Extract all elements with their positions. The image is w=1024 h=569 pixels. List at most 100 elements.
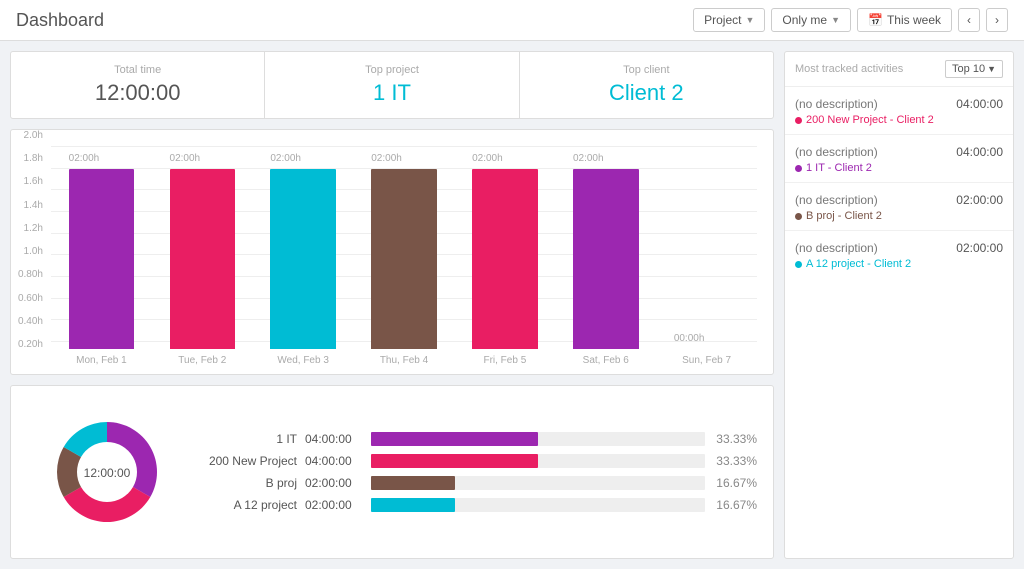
y-axis-label: 1.0h	[24, 246, 43, 257]
activity-project: B proj - Client 2	[795, 210, 882, 222]
project-name: A 12 project	[207, 498, 297, 512]
bar-x-label: Wed, Feb 3	[277, 355, 329, 366]
y-axis-label: 1.4h	[24, 200, 43, 211]
right-panel: Most tracked activities Top 10 ▼ (no des…	[784, 51, 1014, 559]
activity-description: (no description)	[795, 145, 878, 159]
bar-group: 02:00h Wed, Feb 3	[253, 169, 354, 366]
project-row: B proj02:00:0016.67%	[207, 476, 757, 490]
chevron-down-icon: ▼	[745, 15, 754, 25]
top-n-button[interactable]: Top 10 ▼	[945, 60, 1003, 78]
donut-chart: 12:00:00	[27, 402, 187, 542]
project-percentage: 33.33%	[713, 454, 757, 468]
left-panel: Total time 12:00:00 Top project 1 IT Top…	[10, 51, 774, 559]
activity-project-name: 200 New Project - Client 2	[806, 114, 934, 126]
project-color-dot	[795, 165, 802, 172]
most-tracked-label: Most tracked activities	[795, 63, 903, 75]
page-title: Dashboard	[16, 10, 104, 31]
summary-cards: Total time 12:00:00 Top project 1 IT Top…	[10, 51, 774, 119]
activity-time: 04:00:00	[956, 97, 1003, 111]
project-color-dot	[795, 261, 802, 268]
donut-segment	[64, 487, 151, 522]
activity-left: (no description) 1 IT - Client 2	[795, 145, 878, 174]
y-axis-label: 1.8h	[24, 153, 43, 164]
bar: 02:00h	[371, 169, 437, 349]
y-axis-label: 0.20h	[18, 339, 43, 350]
bar-group: 00:00hSun, Feb 7	[656, 349, 757, 366]
bar-x-label: Thu, Feb 4	[380, 355, 428, 366]
bar: 02:00h	[69, 169, 135, 349]
project-row: 1 IT 04:00:00 33.33%	[207, 432, 757, 446]
next-week-button[interactable]: ›	[986, 8, 1008, 32]
project-row: 200 New Project04:00:0033.33%	[207, 454, 757, 468]
activity-time: 04:00:00	[956, 145, 1003, 159]
chevron-down-icon: ▼	[987, 64, 996, 74]
project-row: A 12 project02:00:0016.67%	[207, 498, 757, 512]
activity-project-name: A 12 project - Client 2	[806, 258, 911, 270]
bar: 02:00h	[472, 169, 538, 349]
header: Dashboard Project ▼ Only me ▼ 📅 This wee…	[0, 0, 1024, 41]
project-bar-bg	[371, 432, 705, 446]
bar-x-label: Sun, Feb 7	[682, 355, 731, 366]
bar-group: 02:00h Sat, Feb 6	[555, 169, 656, 366]
activity-time: 02:00:00	[956, 193, 1003, 207]
bottom-section: 12:00:00 1 IT04:00:0033.33%200 New Proje…	[10, 385, 774, 559]
top-client-label: Top client	[536, 64, 757, 76]
activity-project: 1 IT - Client 2	[795, 162, 878, 174]
bar-x-label: Mon, Feb 1	[76, 355, 127, 366]
svg-text:12:00:00: 12:00:00	[84, 466, 131, 480]
bar-value-label: 02:00h	[270, 153, 301, 164]
project-filter-button[interactable]: Project ▼	[693, 8, 765, 32]
project-bar-fill	[371, 432, 538, 446]
date-range-button[interactable]: 📅 This week	[857, 8, 952, 32]
bar: 02:00h	[573, 169, 639, 349]
bar-value-label: 00:00h	[674, 333, 705, 344]
bar-group: 02:00h Thu, Feb 4	[354, 169, 455, 366]
project-time: 04:00:00	[305, 432, 363, 446]
top-project-value: 1 IT	[281, 80, 502, 106]
total-time-card: Total time 12:00:00	[11, 52, 265, 118]
activity-description: (no description)	[795, 193, 882, 207]
activity-project: A 12 project - Client 2	[795, 258, 911, 270]
bar-value-label: 02:00h	[69, 153, 100, 164]
total-time-value: 12:00:00	[27, 80, 248, 106]
chevron-down-icon: ▼	[831, 15, 840, 25]
top-project-label: Top project	[281, 64, 502, 76]
project-percentage: 16.67%	[713, 476, 757, 490]
bar-value-label: 02:00h	[170, 153, 201, 164]
project-time: 02:00:00	[305, 476, 363, 490]
activity-row: (no description) B proj - Client 2 02:00:0…	[795, 193, 1003, 222]
y-axis-label: 2.0h	[24, 130, 43, 141]
activity-item: (no description) 1 IT - Client 2 04:00:00	[785, 135, 1013, 183]
project-color-dot	[795, 213, 802, 220]
only-me-filter-button[interactable]: Only me ▼	[771, 8, 851, 32]
y-axis-label: 0.40h	[18, 316, 43, 327]
chart-area: 02:00h Mon, Feb 1 02:00h Tue, Feb 2 02:00h We…	[51, 146, 757, 366]
activity-left: (no description)A 12 project - Client 2	[795, 241, 911, 270]
bar: 02:00h	[270, 169, 336, 349]
prev-week-button[interactable]: ‹	[958, 8, 980, 32]
activity-row: (no description)A 12 project - Client 20…	[795, 241, 1003, 270]
project-color-dot	[795, 117, 802, 124]
top-client-value: Client 2	[536, 80, 757, 106]
activity-project-name: B proj - Client 2	[806, 210, 882, 222]
project-bar-bg	[371, 454, 705, 468]
bar: 02:00h	[170, 169, 236, 349]
activity-description: (no description)	[795, 97, 934, 111]
project-bar-fill	[371, 476, 455, 490]
y-axis-label: 1.2h	[24, 223, 43, 234]
bar-value-label: 02:00h	[573, 153, 604, 164]
main-content: Total time 12:00:00 Top project 1 IT Top…	[0, 41, 1024, 569]
activity-project: 200 New Project - Client 2	[795, 114, 934, 126]
project-bar-bg	[371, 476, 705, 490]
project-bar-fill	[371, 454, 538, 468]
project-percentage: 33.33%	[713, 432, 757, 446]
project-bar-fill	[371, 498, 455, 512]
bar-x-label: Sat, Feb 6	[583, 355, 629, 366]
bar-x-label: Tue, Feb 2	[178, 355, 226, 366]
bar-value-label: 02:00h	[472, 153, 503, 164]
activity-project-name: 1 IT - Client 2	[806, 162, 872, 174]
project-name: 1 IT	[207, 432, 297, 446]
activity-row: (no description) 1 IT - Client 2 04:00:00	[795, 145, 1003, 174]
header-controls: Project ▼ Only me ▼ 📅 This week ‹ ›	[693, 8, 1008, 32]
activity-item: (no description)A 12 project - Client 20…	[785, 231, 1013, 278]
